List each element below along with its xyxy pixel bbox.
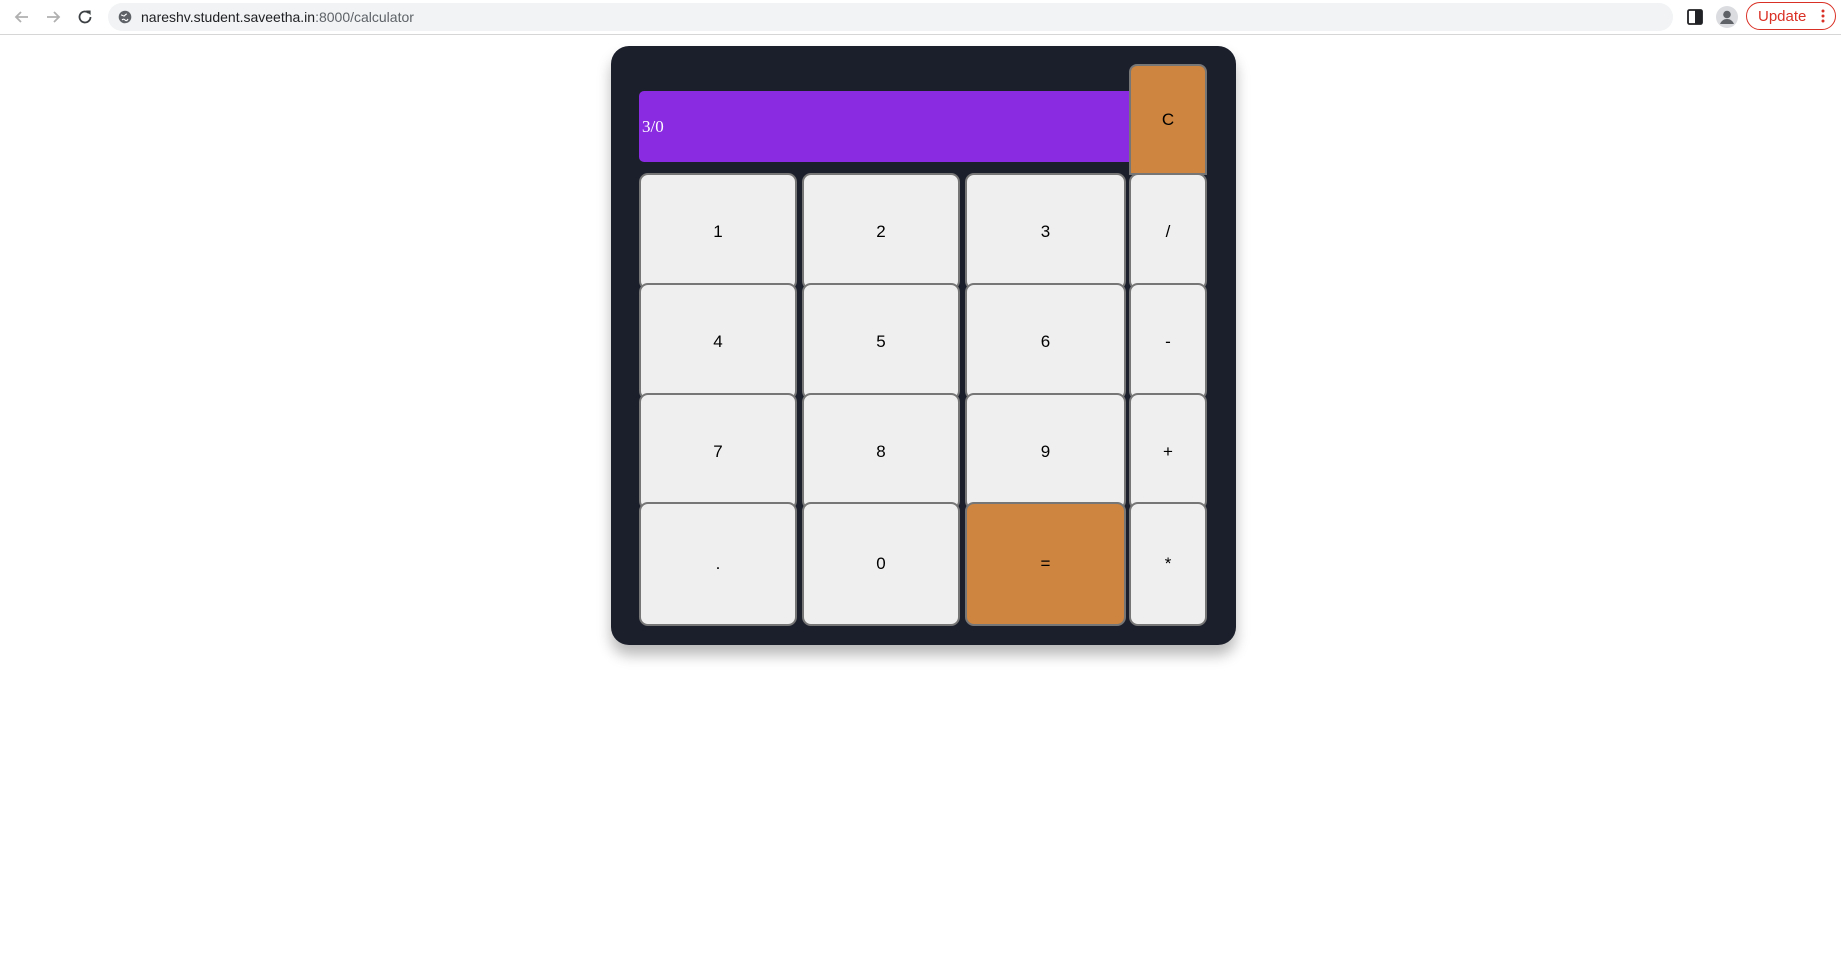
calculator-display: 3/0 <box>639 91 1129 162</box>
key-7[interactable]: 7 <box>639 393 797 510</box>
key-2[interactable]: 2 <box>802 173 960 290</box>
key-3[interactable]: 3 <box>965 173 1126 290</box>
url-path: :8000/calculator <box>315 9 414 25</box>
reload-button[interactable] <box>73 5 97 29</box>
arrow-right-icon <box>47 11 61 23</box>
side-panel-icon[interactable] <box>1685 7 1705 27</box>
plus-button[interactable]: + <box>1129 393 1207 510</box>
key-0[interactable]: 0 <box>802 502 960 626</box>
minus-button[interactable]: - <box>1129 283 1207 400</box>
forward-button[interactable] <box>41 5 65 29</box>
url-host: nareshv.student.saveetha.in <box>141 9 316 25</box>
address-bar[interactable]: nareshv.student.saveetha.in:8000/calcula… <box>108 3 1673 31</box>
key-9[interactable]: 9 <box>965 393 1126 510</box>
calculator: 3/0 C 1 2 3 / 4 5 6 - 7 8 9 + . 0 = * <box>611 46 1236 645</box>
profile-icon[interactable] <box>1715 5 1739 29</box>
equals-button[interactable]: = <box>965 502 1126 626</box>
key-8[interactable]: 8 <box>802 393 960 510</box>
decimal-button[interactable]: . <box>639 502 797 626</box>
key-5[interactable]: 5 <box>802 283 960 400</box>
multiply-button[interactable]: * <box>1129 502 1207 626</box>
site-info-icon[interactable] <box>118 10 132 24</box>
reload-icon <box>78 10 92 24</box>
key-6[interactable]: 6 <box>965 283 1126 400</box>
url-text[interactable]: nareshv.student.saveetha.in:8000/calcula… <box>141 10 414 25</box>
key-4[interactable]: 4 <box>639 283 797 400</box>
clear-button[interactable]: C <box>1129 64 1207 175</box>
browser-toolbar: nareshv.student.saveetha.in:8000/calcula… <box>0 0 1841 35</box>
update-label: Update <box>1758 7 1807 25</box>
divide-button[interactable]: / <box>1129 173 1207 290</box>
kebab-menu-icon <box>1821 9 1825 23</box>
arrow-left-icon <box>14 11 28 23</box>
update-button[interactable]: Update <box>1746 2 1836 30</box>
key-1[interactable]: 1 <box>639 173 797 290</box>
back-button[interactable] <box>10 5 34 29</box>
